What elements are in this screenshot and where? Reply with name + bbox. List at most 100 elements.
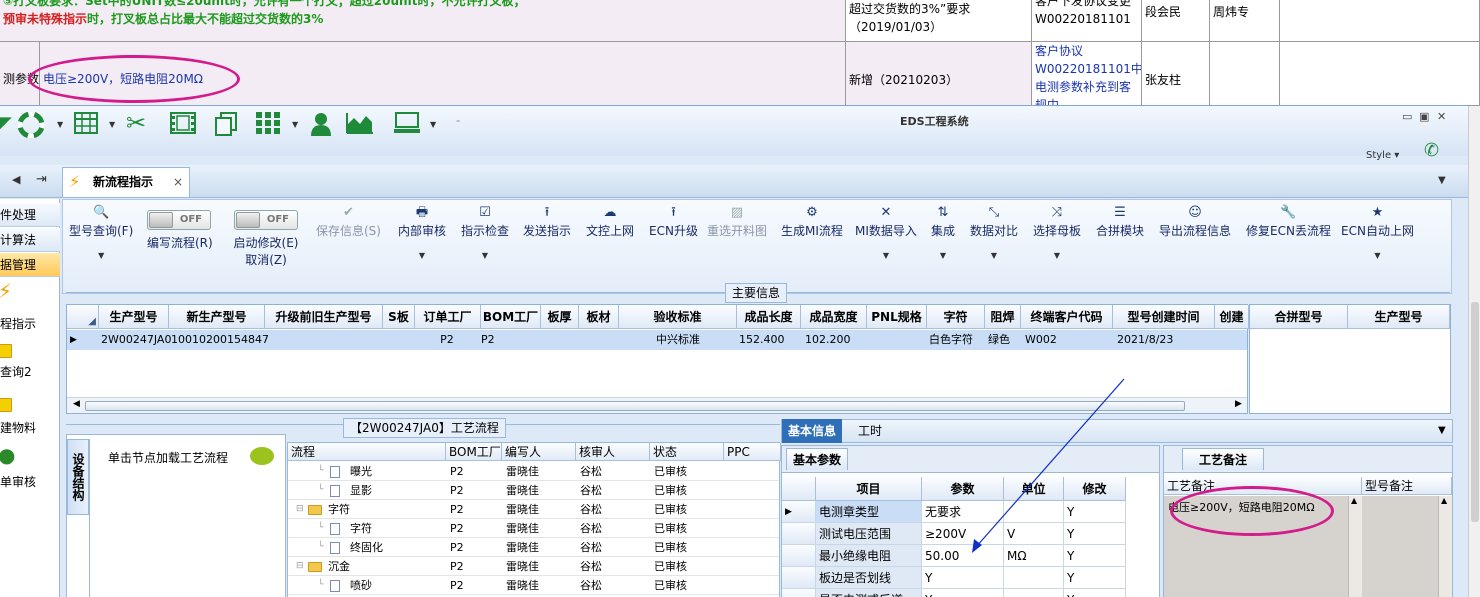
folder-search-icon[interactable] (0, 339, 15, 359)
table-row[interactable]: ⊟ 字符 P2 雷晓佳 谷松 已审核 (288, 500, 779, 519)
chevron-down-icon[interactable]: ▼ (292, 120, 298, 129)
col-header[interactable]: 生产型号 (99, 305, 169, 329)
table-row[interactable]: └ 曝光 P2 雷晓佳 谷松 已审核 (288, 462, 779, 481)
generate-mi-process-button[interactable]: ⚙ 生成MI流程 (781, 204, 843, 239)
user-icon[interactable] (310, 112, 332, 141)
col-header[interactable]: 成品长度 (737, 305, 801, 329)
export-process-info-button[interactable]: ☺ 导出流程信息 (1159, 204, 1231, 239)
param-value[interactable]: Y (922, 589, 1004, 597)
repair-ecn-button[interactable]: 🔧 修复ECN丢流程 (1246, 204, 1331, 239)
table-row[interactable]: ⊟ 沉金 P2 雷晓佳 谷松 已审核 (288, 557, 779, 576)
tab-process-notes[interactable]: 工艺备注 (1182, 448, 1264, 470)
integrate-button[interactable]: ⇅ 集成 ▼ (931, 204, 955, 260)
notes-scrollbar[interactable]: ▲ (1348, 496, 1362, 597)
table-row[interactable]: └ 喷砂 P2 雷晓佳 谷松 已审核 (288, 576, 779, 595)
model-query-button[interactable]: 🔍 型号查询(F) ▼ (69, 204, 133, 260)
folder-icon[interactable] (0, 393, 15, 413)
scissors-icon[interactable]: ✂ (126, 110, 146, 136)
sheet-person2[interactable]: 周炜专 (1210, 0, 1280, 42)
grid-icon[interactable] (256, 112, 280, 139)
col-header[interactable]: 状态 (650, 443, 724, 461)
chevron-down-icon[interactable]: ▼ (109, 120, 115, 129)
col-header[interactable]: 流程 (288, 443, 446, 461)
customize-icon[interactable]: ⁼ (456, 118, 460, 127)
tab-list-chevron-icon[interactable]: ▼ (1438, 175, 1446, 186)
tab-work-hours[interactable]: 工时 (852, 419, 888, 443)
page-scrollbar[interactable] (1468, 106, 1480, 597)
col-header[interactable]: 编写人 (502, 443, 576, 461)
nav-item-0[interactable]: 件处理 (0, 203, 60, 227)
col-header[interactable]: 升级前旧生产型号 (265, 305, 383, 329)
row-header[interactable] (782, 523, 816, 545)
param-modify[interactable]: Y (1064, 589, 1126, 597)
sheet-change-cell[interactable]: 超过交货数的3%”要求 （2019/01/03） (846, 0, 1032, 42)
sheet-source-cell[interactable]: 客户下发协议变更 W00220181101 (1032, 0, 1142, 42)
ecn-auto-online-button[interactable]: ★ ECN自动上网 ▼ (1341, 204, 1414, 260)
nav-link-3[interactable]: 单审核 (0, 473, 36, 490)
tab-basic-info[interactable]: 基本信息 (782, 419, 843, 443)
nav-item-2[interactable]: 据管理 (0, 253, 60, 277)
col-header[interactable]: 终端客户代码 (1021, 305, 1113, 329)
col-header[interactable]: 新生产型号 (169, 305, 265, 329)
sheet-item-cell[interactable]: 测参数 (0, 42, 40, 106)
nav-item-1[interactable]: 计算法 (0, 228, 60, 252)
col-header[interactable]: 订单工厂 (415, 305, 481, 329)
nav-link-0[interactable]: 程指示 (0, 315, 36, 332)
col-header[interactable]: 项目 (816, 477, 922, 501)
col-header[interactable]: 成品宽度 (801, 305, 867, 329)
table-icon[interactable] (74, 112, 98, 139)
chevron-down-icon[interactable]: ▼ (430, 120, 436, 129)
reselect-cut-drawing-button[interactable]: ▨ 重选开料图 (707, 204, 767, 239)
merge-module-button[interactable]: ☰ 合拼模块 (1096, 204, 1144, 239)
col-header[interactable]: 合拼型号 (1250, 305, 1348, 329)
scroll-right-icon[interactable]: ▶ (1235, 399, 1242, 409)
col-header[interactable]: 板材 (579, 305, 619, 329)
arrow-icon[interactable]: ◤ (0, 111, 12, 137)
sheet-empty3[interactable] (1280, 42, 1480, 106)
col-header[interactable]: 板厚 (541, 305, 579, 329)
user-check-icon[interactable]: ● (0, 445, 15, 465)
chart-icon[interactable] (346, 112, 374, 139)
sheet-empty-cell[interactable] (1280, 0, 1480, 42)
start-modify-toggle[interactable]: OFF (234, 210, 298, 230)
mi-data-import-button[interactable]: ✕ MI数据导入 ▼ (855, 204, 917, 260)
param-item[interactable]: 测试电压范围 (816, 523, 922, 545)
film-icon[interactable] (170, 112, 196, 139)
nav-link-2[interactable]: 建物料 (0, 419, 36, 436)
page-scroll-thumb[interactable] (1471, 302, 1479, 522)
style-menu[interactable]: Style ▾ (1366, 150, 1399, 161)
scroll-left-icon[interactable]: ◀ (73, 399, 80, 409)
col-header[interactable]: S板 (383, 305, 415, 329)
param-item[interactable]: 电测章类型 (816, 501, 922, 523)
row-header[interactable] (782, 567, 816, 589)
copy-icon[interactable] (214, 112, 238, 141)
sheet-change2-cell[interactable]: 新增（20210203） (846, 42, 1032, 106)
col-header[interactable]: 型号备注 (1362, 477, 1452, 495)
chevron-down-icon[interactable]: ▼ (57, 120, 63, 129)
col-header[interactable]: 验收标准 (619, 305, 737, 329)
col-header[interactable]: 型号创建时间 (1113, 305, 1215, 329)
table-row[interactable]: ▶ 2W00247JA0 10010200154847 P2 P2 中兴标准 1… (67, 330, 1247, 350)
check-instruction-button[interactable]: ☑ 指示检查 ▼ (461, 204, 509, 260)
monitor-icon[interactable] (394, 112, 420, 139)
col-header[interactable]: BOM工厂 (481, 305, 541, 329)
model-notes-scrollbar[interactable]: ▲ (1438, 496, 1452, 597)
col-header[interactable]: BOM工厂 (446, 443, 502, 461)
side-tab-equipment[interactable]: 设备结构 (67, 439, 89, 515)
row-header[interactable]: ▶ (782, 501, 816, 523)
tree-hint-area[interactable]: 单击节点加载工艺流程 (89, 439, 285, 597)
param-modify[interactable]: Y (1064, 567, 1126, 589)
tab-close-icon[interactable]: × (173, 168, 183, 196)
internal-review-button[interactable]: 🖶 内部审核 ▼ (398, 204, 446, 260)
data-compare-button[interactable]: ⤡ 数据对比 ▼ (970, 204, 1018, 260)
col-header[interactable]: 生产型号 (1348, 305, 1450, 329)
param-item[interactable]: 是否电测或后道 (816, 589, 922, 597)
model-notes-field[interactable] (1362, 496, 1438, 597)
table-row[interactable]: └ 字符 P2 雷晓佳 谷松 已审核 (288, 519, 779, 538)
sheet-person3[interactable]: 张友柱 (1142, 42, 1210, 106)
sheet-source2-cell[interactable]: 客户协议 W00220181101中 电测参数补充到客 规中 (1032, 42, 1142, 106)
scroll-up-icon[interactable]: ▲ (1441, 496, 1447, 505)
lightning-icon[interactable]: ⚡ (0, 281, 12, 301)
nav-enter-icon[interactable]: ⇥ (36, 172, 47, 187)
param-unit[interactable] (1004, 589, 1064, 597)
